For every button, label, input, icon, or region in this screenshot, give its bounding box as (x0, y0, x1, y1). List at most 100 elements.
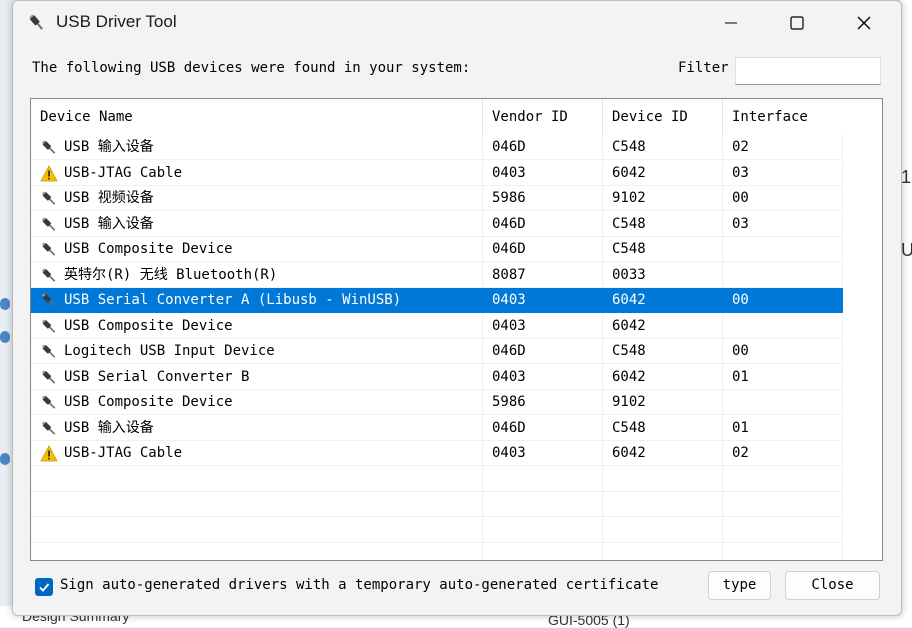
type-button[interactable]: type (708, 571, 771, 600)
close-icon (857, 16, 871, 30)
device-name-text: 英特尔(R) 无线 Bluetooth(R) (64, 266, 278, 283)
device-name-text: Logitech USB Input Device (64, 343, 275, 359)
cell-interface: 03 (723, 160, 843, 186)
empty-grid-cell (603, 517, 723, 543)
close-window-button[interactable] (831, 1, 897, 45)
cell-device-id: C548 (603, 135, 723, 160)
background-icon (0, 331, 10, 343)
cell-device-name: USB-JTAG Cable (31, 441, 483, 466)
device-name-text: USB Serial Converter B (64, 368, 250, 385)
cell-vendor-id: 0403 (483, 364, 603, 390)
cell-device-id: C548 (603, 339, 723, 364)
table-row[interactable]: USB 输入设备 046D C548 02 (31, 135, 882, 160)
minimize-icon (725, 22, 737, 24)
cell-vendor-id: 046D (483, 135, 603, 160)
usb-plug-icon (41, 344, 56, 358)
empty-grid-cell (603, 466, 723, 492)
usb-plug-icon (41, 191, 56, 205)
cell-device-name: USB Composite Device (31, 313, 483, 339)
cell-vendor-id: 0403 (483, 313, 603, 339)
table-row[interactable]: USB 视频设备 5986 9102 00 (31, 186, 882, 211)
cell-device-id: 6042 (603, 313, 723, 339)
table-row[interactable]: USB-JTAG Cable 0403 6042 02 (31, 441, 882, 466)
cell-device-id: C548 (603, 211, 723, 237)
table-row[interactable]: USB Composite Device 0403 6042 (31, 313, 882, 339)
cell-device-name: 英特尔(R) 无线 Bluetooth(R) (31, 262, 483, 288)
cell-vendor-id: 046D (483, 415, 603, 441)
filter-input[interactable] (735, 57, 881, 85)
usb-driver-tool-window: USB Driver Tool The following USB device… (12, 0, 902, 616)
device-name-text: USB Composite Device (64, 394, 233, 410)
filter-label: Filter (678, 60, 729, 76)
table-row[interactable]: Logitech USB Input Device 046D C548 00 (31, 339, 882, 364)
empty-grid-cell (723, 466, 843, 492)
table-row[interactable]: USB Composite Device 046D C548 (31, 237, 882, 262)
column-header-vendor-id[interactable]: Vendor ID (483, 99, 603, 135)
device-name-text: USB 输入设备 (64, 215, 154, 232)
maximize-icon (790, 16, 804, 30)
minimize-button[interactable] (698, 1, 764, 45)
empty-grid-cell (31, 517, 483, 543)
table-row[interactable]: USB Serial Converter A (Libusb - WinUSB)… (31, 288, 882, 313)
cell-vendor-id: 046D (483, 237, 603, 262)
table-row[interactable]: USB-JTAG Cable 0403 6042 03 (31, 160, 882, 186)
cell-device-id: 6042 (603, 441, 723, 466)
empty-grid-cell (483, 517, 603, 543)
table-row[interactable]: USB 输入设备 046D C548 01 (31, 415, 882, 441)
usb-plug-icon (41, 216, 56, 231)
sign-drivers-checkbox[interactable] (35, 578, 53, 596)
column-header-filler (841, 99, 882, 135)
empty-grid-cell (603, 543, 723, 560)
empty-grid-cell (723, 543, 843, 560)
usb-plug-icon (41, 420, 56, 435)
cell-device-name: Logitech USB Input Device (31, 339, 483, 364)
cell-interface: 03 (723, 211, 843, 237)
usb-plug-icon (41, 242, 56, 256)
cell-device-name: USB Serial Converter B (31, 364, 483, 390)
background-icon (0, 298, 10, 310)
cell-interface: 01 (723, 415, 843, 441)
warning-icon (40, 445, 58, 462)
usb-plug-icon (29, 14, 43, 30)
cell-device-id: 9102 (603, 186, 723, 211)
usb-plug-icon (41, 395, 56, 409)
cell-vendor-id: 046D (483, 211, 603, 237)
cell-vendor-id: 0403 (483, 441, 603, 466)
device-name-text: USB Composite Device (64, 241, 233, 257)
usb-plug-icon (41, 369, 56, 384)
maximize-button[interactable] (764, 1, 830, 45)
column-header-interface[interactable]: Interface (723, 99, 843, 135)
title-bar[interactable]: USB Driver Tool (13, 1, 901, 45)
cell-interface: 00 (723, 186, 843, 211)
cell-device-name: USB 输入设备 (31, 415, 483, 441)
empty-grid-cell (723, 517, 843, 543)
usb-plug-icon (41, 267, 56, 282)
device-name-text: USB Serial Converter A (Libusb - WinUSB) (64, 292, 402, 308)
device-list[interactable]: Device Name Vendor ID Device ID Interfac… (30, 98, 883, 561)
device-name-text: USB-JTAG Cable (64, 164, 183, 181)
cell-device-name: USB-JTAG Cable (31, 160, 483, 186)
cell-vendor-id: 5986 (483, 390, 603, 415)
table-row[interactable]: USB Serial Converter B 0403 6042 01 (31, 364, 882, 390)
table-row[interactable]: USB 输入设备 046D C548 03 (31, 211, 882, 237)
cell-device-id: 6042 (603, 364, 723, 390)
column-header-device-name[interactable]: Device Name (31, 99, 483, 135)
device-name-text: USB 输入设备 (64, 419, 154, 436)
cell-interface (723, 237, 843, 262)
close-button[interactable]: Close (785, 571, 880, 600)
background-left-panel (0, 0, 12, 627)
cell-vendor-id: 046D (483, 339, 603, 364)
table-row[interactable]: 英特尔(R) 无线 Bluetooth(R) 8087 0033 (31, 262, 882, 288)
cell-interface: 02 (723, 135, 843, 160)
cell-interface: 02 (723, 441, 843, 466)
background-text: 1 (901, 167, 912, 187)
column-header-device-id[interactable]: Device ID (603, 99, 723, 135)
cell-interface: 01 (723, 364, 843, 390)
cell-device-name: USB Composite Device (31, 390, 483, 415)
table-row[interactable]: USB Composite Device 5986 9102 (31, 390, 882, 415)
device-name-text: USB Composite Device (64, 317, 233, 334)
cell-device-id: 6042 (603, 160, 723, 186)
cell-interface: 00 (723, 339, 843, 364)
empty-grid-cell (31, 466, 483, 492)
cell-device-name: USB 输入设备 (31, 135, 483, 160)
